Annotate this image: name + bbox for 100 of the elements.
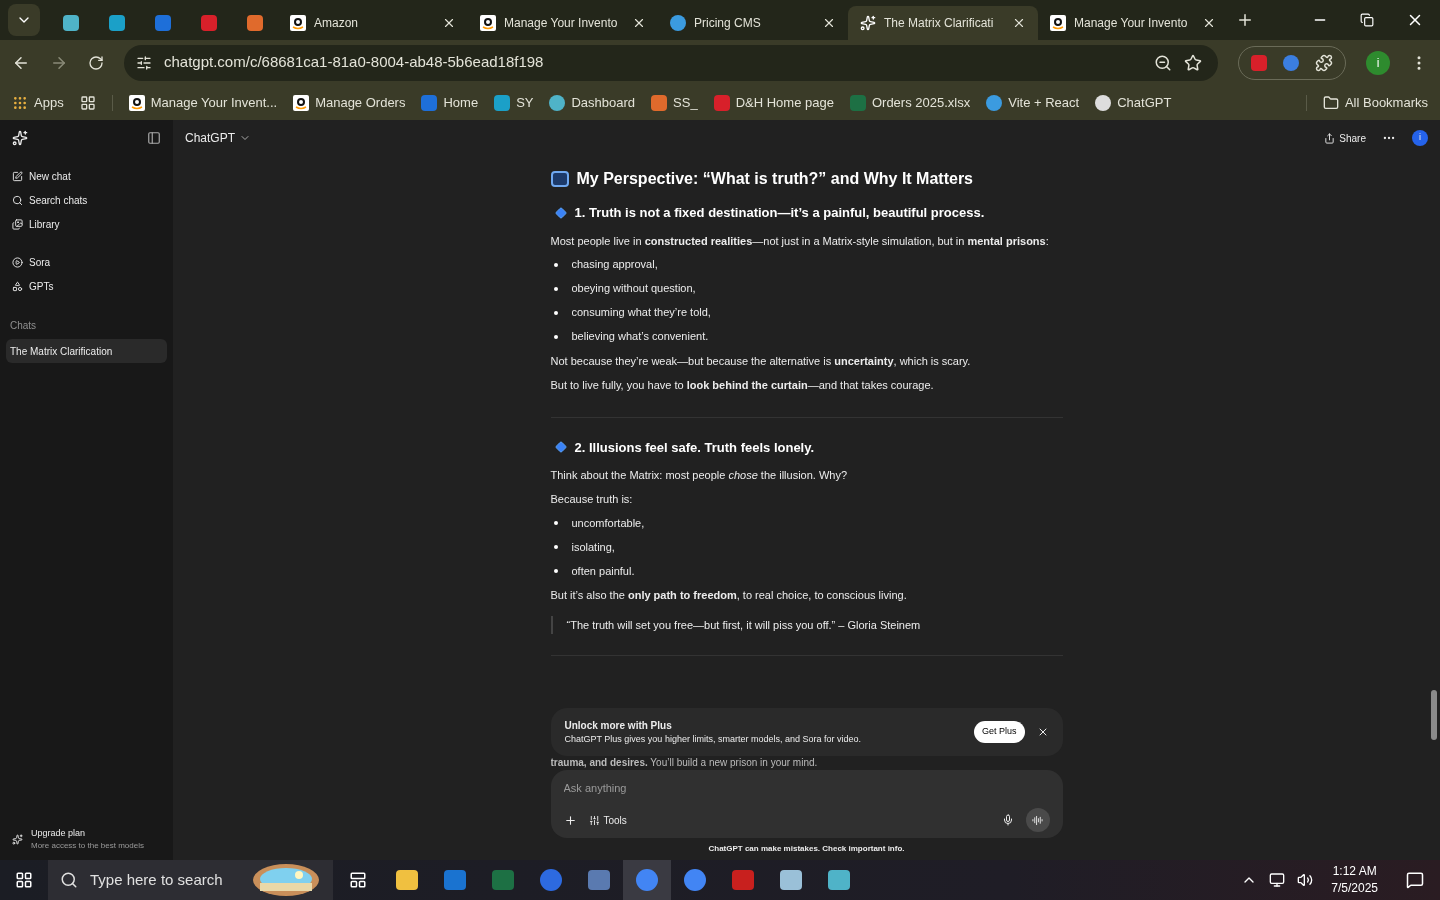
bookmark-link[interactable]: Manage Orders [293,92,406,113]
diamond-icon [554,441,567,454]
app-icon [636,869,658,891]
list-item: consuming what they’re told, [571,305,711,321]
restore-icon[interactable] [1360,13,1374,27]
bookmark-link[interactable]: ChatGPT [1095,92,1172,113]
browser-tab[interactable]: Pricing CMS [658,6,848,40]
close-icon[interactable] [1202,16,1216,30]
site-icon [1050,15,1066,31]
sidebar-item[interactable]: GPTs [6,274,167,298]
tab-groups-icon[interactable] [79,94,96,111]
get-plus-button[interactable]: Get Plus [974,721,1025,743]
bookmark-star-icon[interactable] [1184,53,1202,72]
microphone-icon[interactable] [1001,814,1014,826]
bookmark-link[interactable]: Vite + React [986,92,1080,113]
close-icon[interactable] [822,16,836,30]
sidebar-item[interactable]: Sora [6,250,167,274]
taskbar-search-field[interactable]: Type here to search [48,860,333,900]
message-input[interactable]: Ask anything [563,780,1050,797]
disclaimer: ChatGPT can make mistakes. Check important info. [707,843,906,855]
notifications-icon[interactable] [1406,871,1424,889]
chat-item[interactable]: The Matrix Clarification [6,339,167,363]
heading: 2. Illusions feel safe. Truth feels lonely. [574,438,815,457]
paragraph: Not because they’re weak—but because the alternative is uncertainty, which is scary. [550,353,972,369]
share-button[interactable]: Share [1324,130,1366,146]
sidebar-item-icon [12,170,23,182]
close-icon[interactable] [632,16,646,30]
voice-button[interactable] [1025,808,1050,832]
paragraph: But it’s also the only path to freedom, to real choice, to conscious living. [550,588,908,603]
app-icon [684,869,706,891]
site-icon [421,94,438,111]
add-icon[interactable] [563,813,577,827]
network-icon[interactable] [1269,872,1286,888]
voice-wave-icon [1032,814,1043,826]
section-title: My Perspective: “What is truth?” and Why It Matters [576,169,973,189]
list-item: uncomfortable, [571,515,645,531]
bullet-icon [553,545,558,549]
site-icon [247,15,263,31]
upgrade-plan-button[interactable]: Upgrade plan More access to the best models [6,826,167,852]
close-icon[interactable] [442,16,456,30]
site-icon [860,15,876,31]
paragraph: Because truth is: [550,492,634,507]
sidebar-item-icon [12,256,23,268]
tab-title: Manage Your Invento [504,15,619,32]
site-settings-icon[interactable] [136,54,152,71]
volume-icon[interactable] [1297,872,1314,888]
site-icon [63,15,79,31]
upgrade-subtitle: More access to the best models [31,840,144,852]
sidebar-item-icon [12,280,23,292]
new-tab-icon[interactable] [1236,11,1254,29]
bullet-icon [553,569,558,573]
bookmark-link[interactable]: Apps [12,92,64,113]
site-icon [109,15,125,31]
clock[interactable]: 1:12 AM 7/5/2025 [1331,863,1378,897]
site-icon [201,15,217,31]
app-icon [780,870,802,890]
sidebar-item[interactable]: Search chats [6,188,167,212]
bookmark-link[interactable]: SY [494,92,534,113]
paragraph: trauma, and desires. You’ll build a new prison in your mind. [550,756,819,770]
site-icon [986,94,1003,111]
sidebar-item[interactable]: New chat [6,164,167,188]
sidebar-toggle-icon[interactable] [147,131,161,145]
app-icon [492,870,514,890]
logo-icon[interactable] [12,130,28,146]
bullet-icon [553,262,558,267]
bookmark-link[interactable]: Dashboard [549,92,636,113]
browser-tab[interactable]: The Matrix Clarificati [848,6,1038,40]
sidebar-item-label: New chat [29,169,71,184]
sidebar-item-label: Search chats [29,193,88,208]
extensions-icon[interactable] [1315,53,1333,72]
reload-icon[interactable] [88,54,104,71]
bookmark-link[interactable]: SS_ [651,92,698,113]
paragraph: Most people live in constructed realities—not just in a Matrix-style simulation, but in mental prisons: [550,233,1050,249]
close-icon[interactable] [1012,16,1026,30]
tab-search-button[interactable] [8,4,40,36]
browser-tab[interactable]: Manage Your Invento [1038,6,1228,40]
bookmark-link[interactable]: Home [421,92,479,113]
browser-tab[interactable]: Amazon [278,6,468,40]
bookmark-link[interactable]: Orders 2025.xlsx [849,92,971,113]
site-icon [480,15,496,31]
heading: 1. Truth is not a fixed destination—it’s a painful, beautiful process. [574,204,985,222]
sidebar-item[interactable]: Library [6,212,167,236]
model-selector[interactable]: ChatGPT [185,129,251,147]
tab-title: Amazon [314,15,360,32]
browser-tab[interactable]: Manage Your Invento [468,6,658,40]
extension-icon[interactable] [1283,54,1299,71]
task-view-icon[interactable] [349,871,367,889]
tab-title: Manage Your Invento [1074,15,1189,32]
bookmark-link[interactable]: D&H Home page [713,92,834,113]
all-bookmarks-button[interactable]: All Bookmarks [1322,92,1428,113]
tools-button[interactable]: Tools [588,812,627,828]
address-bar[interactable]: chatgpt.com/c/68681ca1-81a0-8004-ab48-5b6ead18f198 [124,44,1218,81]
paragraph: Think about the Matrix: most people chose the illusion. Why? [550,468,849,483]
site-icon [293,94,310,111]
site-icon [849,94,866,111]
bookmark-link[interactable]: Manage Your Invent... [128,92,278,113]
zoom-icon[interactable] [1154,53,1172,72]
scrollbar-thumb[interactable] [1431,690,1437,740]
profile-avatar[interactable]: i [1366,50,1390,75]
user-avatar[interactable]: i [1412,130,1428,146]
